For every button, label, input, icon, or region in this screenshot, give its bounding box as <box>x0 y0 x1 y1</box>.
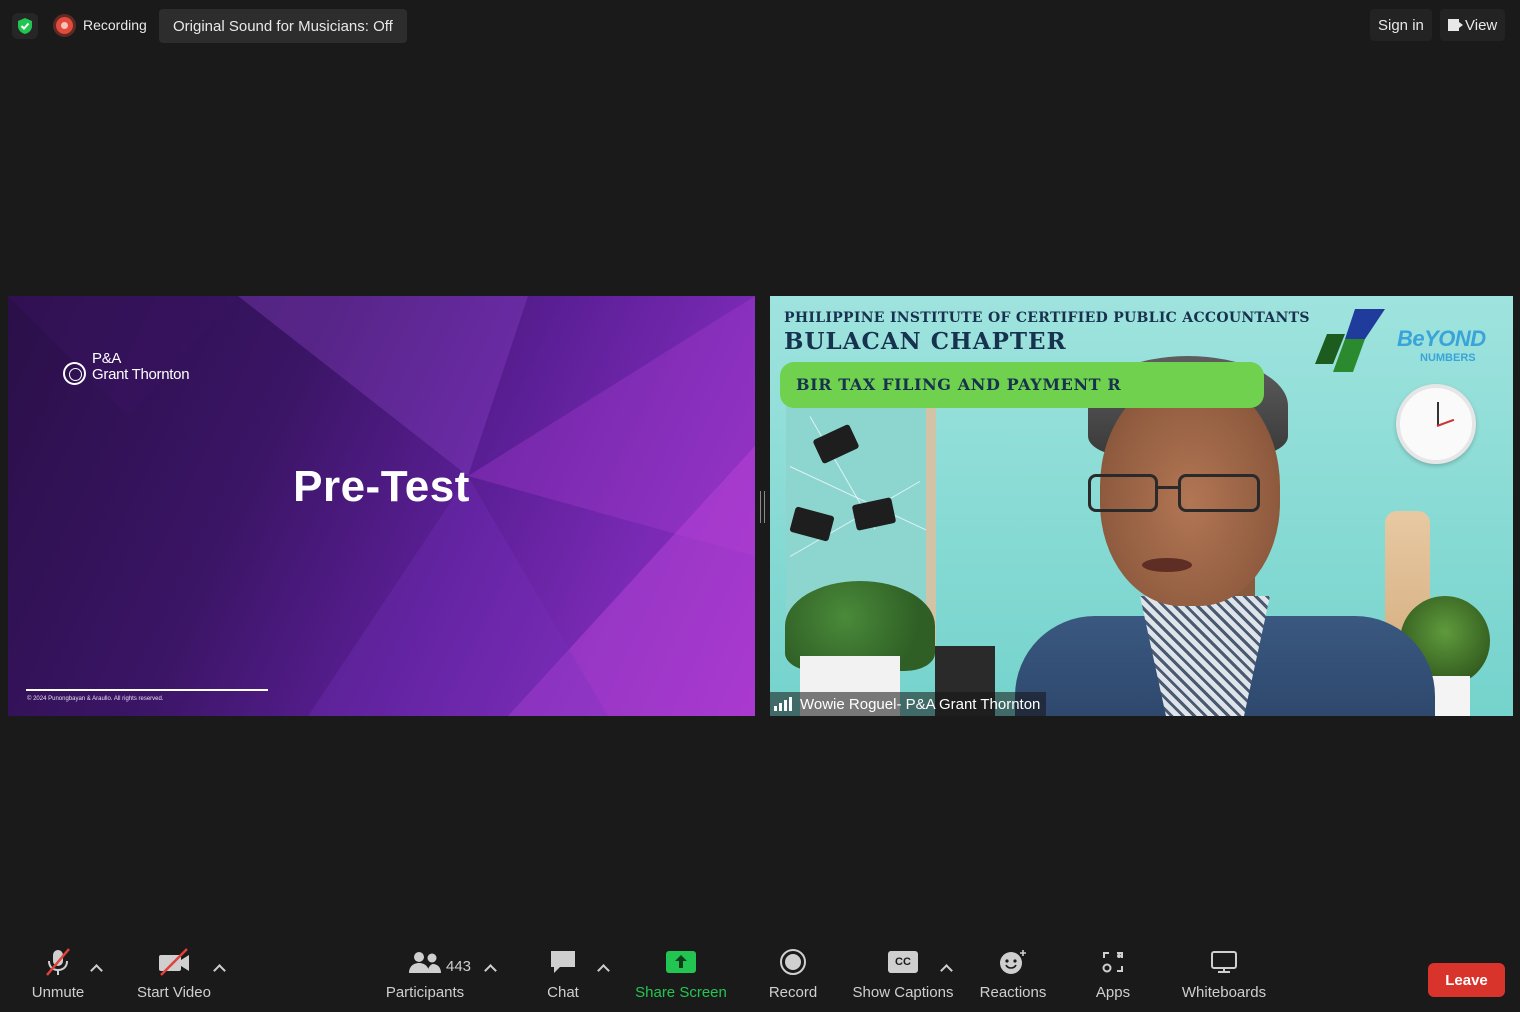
original-sound-toggle[interactable]: Original Sound for Musicians: Off <box>159 9 407 43</box>
participants-icon <box>408 940 442 984</box>
whiteboard-icon <box>1210 940 1238 984</box>
microphone-muted-icon <box>43 940 73 984</box>
share-screen-button[interactable]: Share Screen <box>634 940 728 1012</box>
slide-copyright: © 2024 Punongbayan & Araullo. All rights… <box>27 696 164 702</box>
participants-options-chevron-icon[interactable] <box>484 962 496 974</box>
meeting-controls-toolbar: Unmute Start Video Participants 443 Chat <box>0 940 1520 1012</box>
show-captions-button[interactable]: CC Show Captions <box>850 940 956 1012</box>
reactions-smiley-icon <box>998 940 1028 984</box>
share-screen-label: Share Screen <box>635 984 727 1001</box>
logo-word: BeYOND <box>1397 326 1486 351</box>
view-icon <box>1448 19 1463 31</box>
apps-label: Apps <box>1095 984 1131 1001</box>
record-label: Record <box>768 984 818 1001</box>
chat-button[interactable]: Chat <box>538 940 588 1012</box>
record-button[interactable]: Record <box>763 940 823 1012</box>
logo-line-1: P&A <box>92 349 122 367</box>
grant-thornton-logo: P&A Grant Thornton <box>63 348 190 385</box>
unmute-label: Unmute <box>31 984 85 1001</box>
shared-slide-tile[interactable]: P&A Grant Thornton Pre-Test © 2024 Punon… <box>8 296 755 716</box>
sign-in-button[interactable]: Sign in <box>1370 9 1432 41</box>
recording-dot-icon <box>56 16 73 34</box>
apps-icon <box>1100 940 1126 984</box>
captions-icon: CC <box>888 940 918 984</box>
zoom-meeting-window: Recording Original Sound for Musicians: … <box>0 0 1520 1012</box>
cc-badge: CC <box>888 951 918 973</box>
chat-icon <box>548 940 578 984</box>
captions-options-chevron-icon[interactable] <box>940 962 952 974</box>
grant-thornton-logo-icon <box>63 362 86 385</box>
slide-divider <box>26 689 268 691</box>
recording-indicator[interactable]: Recording <box>48 9 157 41</box>
view-button[interactable]: View <box>1440 9 1506 41</box>
recording-label: Recording <box>83 17 147 33</box>
leave-button[interactable]: Leave <box>1428 963 1505 997</box>
start-video-button[interactable]: Start Video <box>132 940 216 1012</box>
participant-video-tile[interactable]: PHILIPPINE INSTITUTE OF CERTIFIED PUBLIC… <box>770 296 1513 716</box>
video-options-chevron-icon[interactable] <box>213 962 225 974</box>
audio-options-chevron-icon[interactable] <box>90 962 102 974</box>
participants-button[interactable]: Participants <box>380 940 470 1012</box>
apps-button[interactable]: Apps <box>1090 940 1136 1012</box>
video-off-icon <box>157 940 191 984</box>
reactions-label: Reactions <box>979 984 1047 1001</box>
chat-options-chevron-icon[interactable] <box>597 962 609 974</box>
topic-banner: BIR TAX FILING AND PAYMENT R <box>780 362 1264 408</box>
unmute-button[interactable]: Unmute <box>26 940 90 1012</box>
topic-text: BIR TAX FILING AND PAYMENT R <box>796 375 1122 394</box>
logo-subword: NUMBERS <box>1420 352 1476 364</box>
presenter-glasses <box>1178 474 1260 512</box>
top-bar: Recording Original Sound for Musicians: … <box>0 0 1520 50</box>
shield-check-icon[interactable] <box>12 13 38 39</box>
chevron-logo-icon <box>1315 309 1385 372</box>
wall-clock <box>1396 384 1476 464</box>
show-captions-label: Show Captions <box>852 984 954 1001</box>
participant-name: Wowie Roguel- P&A Grant Thornton <box>800 695 1041 713</box>
beyond-numbers-logo: BeYOND NUMBERS <box>1315 304 1505 374</box>
share-screen-icon <box>665 940 697 984</box>
slide-title: Pre-Test <box>293 462 470 511</box>
chapter-title: BULACAN CHAPTER <box>784 328 1067 355</box>
reactions-button[interactable]: Reactions <box>976 940 1050 1012</box>
chat-label: Chat <box>547 984 579 1001</box>
participants-count: 443 <box>446 958 472 975</box>
logo-line-2: Grant Thornton <box>92 365 190 383</box>
whiteboards-label: Whiteboards <box>1181 984 1267 1001</box>
participant-name-tag: Wowie Roguel- P&A Grant Thornton <box>770 692 1047 716</box>
view-label: View <box>1465 16 1498 34</box>
record-icon <box>779 940 807 984</box>
connection-signal-icon <box>774 697 794 711</box>
presenter-mouth <box>1142 558 1192 572</box>
presenter-glasses <box>1088 474 1158 512</box>
whiteboards-button[interactable]: Whiteboards <box>1176 940 1272 1012</box>
organization-title: PHILIPPINE INSTITUTE OF CERTIFIED PUBLIC… <box>784 310 1310 326</box>
participants-label: Participants <box>385 984 465 1001</box>
resize-handle[interactable] <box>760 491 765 523</box>
glasses-bridge <box>1156 486 1180 489</box>
start-video-label: Start Video <box>137 984 211 1001</box>
